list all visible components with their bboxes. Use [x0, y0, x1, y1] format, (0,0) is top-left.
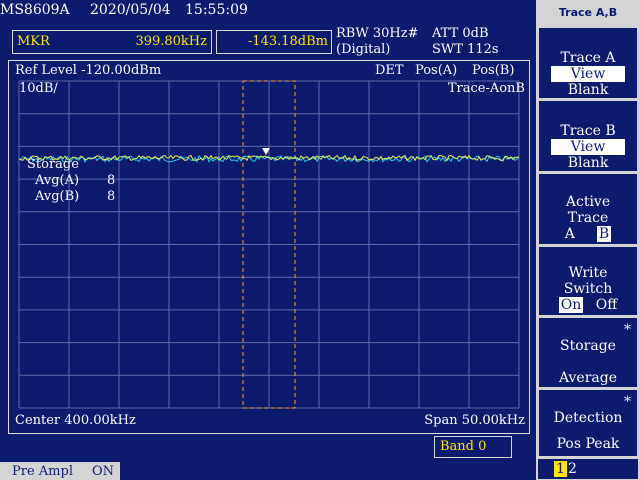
det-b-text: Pos(B): [472, 63, 515, 78]
graticule: [18, 80, 520, 409]
active-trace-a: A: [564, 226, 575, 242]
trace-a-label: Trace A: [560, 50, 616, 66]
det-a-text: Pos(A): [415, 63, 458, 78]
softkey-menu-title: Trace A,B: [558, 6, 618, 19]
trace-b-blank: Blank: [567, 155, 609, 171]
trace-b-view: View: [550, 139, 626, 155]
softkey-storage[interactable]: * Storage Average: [539, 318, 637, 387]
page-2[interactable]: 2: [568, 461, 577, 477]
softkey-trace-b[interactable]: Trace B View Blank: [539, 101, 637, 171]
pre-ampl-label: Pre Ampl: [12, 464, 73, 479]
band-indicator: Band 0: [434, 436, 512, 458]
span-text: Span 50.00kHz: [424, 413, 525, 428]
trace-a-blank: Blank: [567, 82, 609, 98]
page-1[interactable]: 1: [554, 461, 567, 477]
softkey-panel: Trace A,B Trace A View Blank Trace B Vie…: [536, 0, 640, 480]
pre-ampl-state: ON: [92, 464, 115, 479]
active-trace-b: B: [596, 226, 612, 242]
avg-b-value: 8: [107, 189, 116, 204]
write-off: Off: [595, 297, 618, 313]
marker-label: MKR: [17, 34, 50, 49]
marker-level-readout: -143.18dBm: [216, 30, 332, 54]
detection-star: *: [624, 394, 631, 410]
write-label: Write: [568, 265, 608, 281]
bottom-status-strip: [122, 462, 536, 480]
avg-a-value: 8: [107, 173, 116, 188]
status-bar: MS8609A 2020/05/04 15:55:09: [0, 0, 536, 24]
time-text: 15:55:09: [185, 2, 248, 18]
trace-b-label: Trace B: [560, 123, 616, 139]
avg-a-label: Avg(A): [35, 173, 80, 188]
spectrum-display[interactable]: Ref Level -120.00dBm 10dB/ DET Pos(A) Po…: [8, 60, 530, 434]
band-text: Band 0: [440, 439, 487, 454]
storage-label: Storage: [27, 157, 79, 172]
pre-ampl-status: Pre Ampl ON: [0, 462, 120, 480]
instrument-model: MS8609A: [0, 2, 70, 18]
trace-mode-text: Trace-AonB: [447, 81, 525, 96]
storage-average: Average: [558, 370, 618, 386]
det-label: DET: [375, 63, 404, 78]
date-text: 2020/05/04: [90, 2, 171, 18]
measurement-settings: RBW 30Hz# (Digital) ATT 0dB SWT 112s: [336, 26, 536, 58]
rbw-text: RBW 30Hz#: [336, 26, 419, 41]
center-freq-text: Center 400.00kHz: [15, 413, 136, 428]
write-on: On: [558, 297, 584, 313]
softkey-detection[interactable]: * Detection Pos Peak: [539, 390, 637, 456]
marker-readout: MKR 399.80kHz: [12, 30, 212, 54]
marker-frequency: 399.80kHz: [135, 34, 207, 49]
spectrum-plot: [18, 80, 520, 409]
marker-level: -143.18dBm: [247, 34, 328, 49]
att-text: ATT 0dB: [432, 26, 489, 41]
storage-key-label: Storage: [560, 338, 616, 354]
avg-b-label: Avg(B): [35, 189, 80, 204]
active-trace-label: Trace: [567, 210, 609, 226]
active-label: Active: [565, 194, 611, 210]
rbw-mode-text: (Digital): [336, 42, 391, 57]
detection-label: Detection: [553, 410, 623, 426]
swt-text: SWT 112s: [432, 42, 499, 57]
softkey-page-indicator[interactable]: 1 2: [538, 459, 638, 479]
softkey-trace-a[interactable]: Trace A View Blank: [539, 28, 637, 98]
trace-a-view: View: [550, 66, 626, 82]
switch-label: Switch: [563, 281, 613, 297]
scale-text: 10dB/: [19, 81, 58, 96]
ref-level-text: Ref Level -120.00dBm: [15, 63, 162, 78]
softkey-write-switch[interactable]: Write Switch On Off: [539, 247, 637, 315]
storage-star: *: [624, 322, 631, 338]
detection-pos-peak: Pos Peak: [556, 436, 620, 452]
softkey-active-trace[interactable]: Active Trace A B: [539, 174, 637, 244]
